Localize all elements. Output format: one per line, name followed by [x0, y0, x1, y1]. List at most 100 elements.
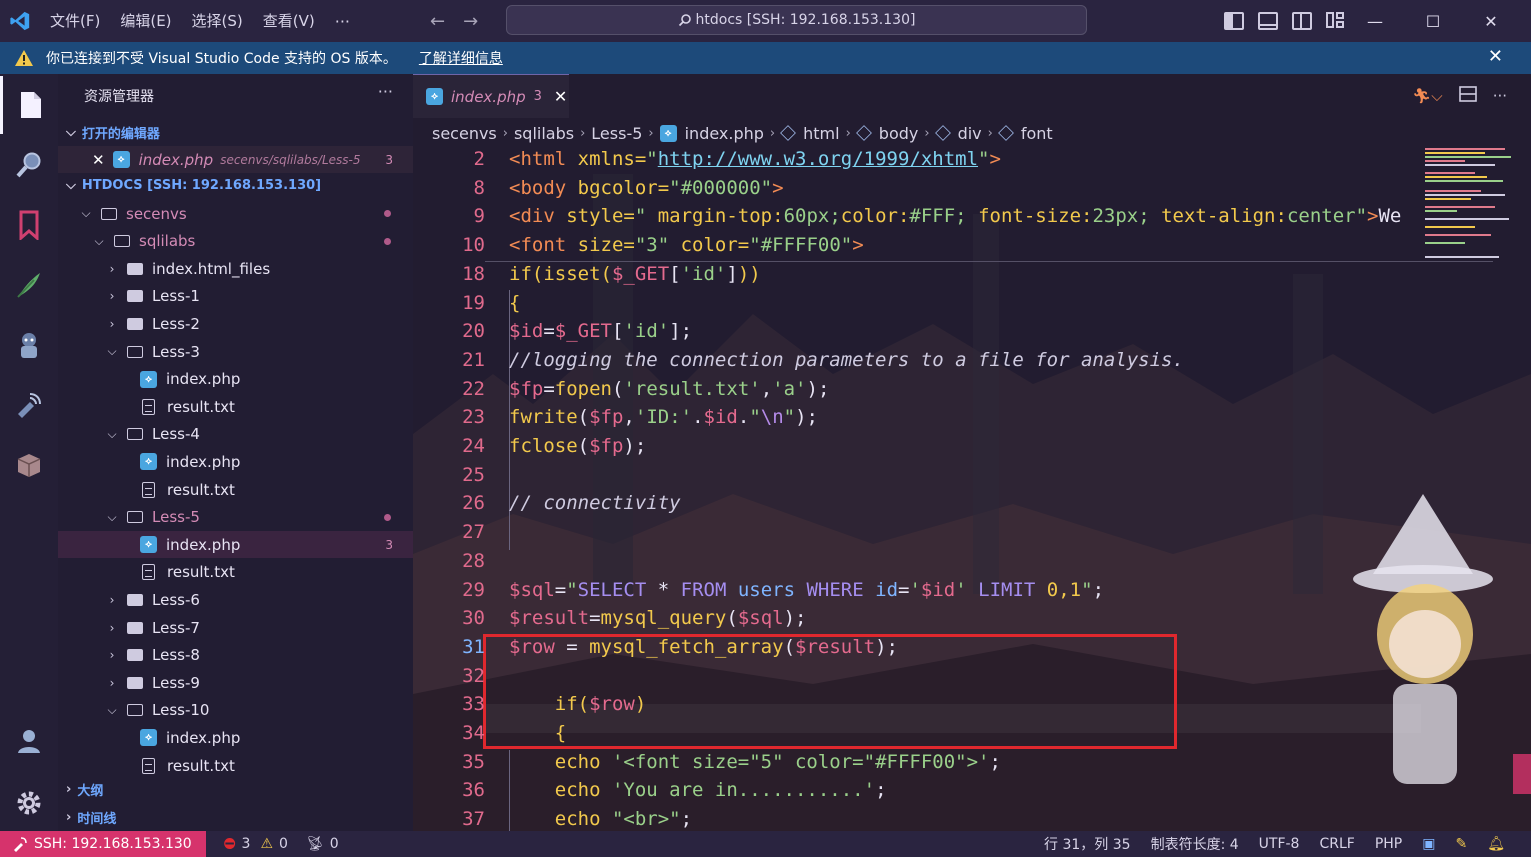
- explorer-icon[interactable]: [0, 76, 58, 134]
- menu-view[interactable]: 查看(V): [253, 0, 325, 42]
- tree-file[interactable]: ⟡ index.php 3: [58, 531, 413, 559]
- toggle-secondary-sidebar-icon[interactable]: [1292, 12, 1312, 30]
- menu-file[interactable]: 文件(F): [40, 0, 110, 42]
- code-editor[interactable]: 2 <html xmlns="http://www.w3.org/1999/xht…: [413, 146, 1493, 831]
- breadcrumb-item[interactable]: font: [1021, 124, 1053, 143]
- code-line[interactable]: fclose($fp);: [509, 435, 646, 457]
- code-line[interactable]: $fp=fopen('result.txt','a');: [509, 378, 829, 400]
- toggle-panel-icon[interactable]: [1258, 12, 1278, 30]
- toggle-primary-sidebar-icon[interactable]: [1224, 12, 1244, 30]
- tree-folder[interactable]: › index.html_files: [58, 255, 413, 282]
- close-window-icon[interactable]: ✕: [1462, 0, 1520, 42]
- end-of-line[interactable]: CRLF: [1319, 836, 1354, 852]
- workspace-section[interactable]: ⌵ HTDOCS [SSH: 192.168.153.130]: [66, 178, 321, 193]
- code-line[interactable]: echo "<br>";: [509, 808, 692, 830]
- settings-gear-icon[interactable]: [0, 774, 58, 832]
- tab-index-php[interactable]: ⟡ index.php 3 ✕: [413, 74, 569, 118]
- search-icon[interactable]: [0, 136, 58, 194]
- code-line[interactable]: // connectivity: [509, 492, 681, 514]
- code-line[interactable]: $row = mysql_fetch_array($result);: [509, 636, 898, 658]
- learn-more-link[interactable]: 了解详细信息: [419, 48, 503, 68]
- tree-folder[interactable]: › Less-1: [58, 283, 413, 310]
- code-line[interactable]: <body bgcolor="#000000">: [509, 177, 784, 199]
- tree-file[interactable]: ⟡ index.php: [58, 366, 413, 393]
- breadcrumb-item[interactable]: body: [879, 124, 919, 143]
- back-arrow-icon[interactable]: ←: [430, 11, 445, 32]
- code-line[interactable]: fwrite($fp,'ID:'.$id."\n");: [509, 406, 818, 428]
- code-line[interactable]: if($row): [509, 693, 647, 715]
- timeline-section[interactable]: › 时间线: [66, 808, 116, 827]
- tree-file[interactable]: ⟡ index.php: [58, 448, 413, 475]
- minimize-icon[interactable]: —: [1346, 0, 1404, 42]
- tree-folder[interactable]: ⌵ Less-4: [58, 421, 413, 448]
- code-line[interactable]: echo '<font size="5" color="#FFFF00">';: [509, 751, 1001, 773]
- breadcrumb-item[interactable]: secenvs: [432, 124, 497, 143]
- tree-folder[interactable]: › Less-9: [58, 669, 413, 696]
- breadcrumb-item[interactable]: index.php: [685, 124, 764, 143]
- breadcrumb-item[interactable]: html: [803, 124, 839, 143]
- forward-arrow-icon[interactable]: →: [463, 11, 478, 32]
- explorer-more-icon[interactable]: ···: [378, 82, 393, 101]
- close-tab-icon[interactable]: ✕: [554, 87, 567, 106]
- maximize-icon[interactable]: ☐: [1404, 0, 1462, 42]
- remote-indicator[interactable]: SSH: 192.168.153.130: [0, 831, 206, 857]
- cursor-position[interactable]: 行 31，列 35: [1044, 834, 1131, 854]
- tree-folder[interactable]: › Less-2: [58, 310, 413, 337]
- tree-folder[interactable]: ⌵ Less-3: [58, 338, 413, 365]
- open-editors-section[interactable]: ⌵ 打开的编辑器: [66, 123, 160, 142]
- tree-file[interactable]: result.txt: [58, 476, 413, 503]
- php-docs-icon[interactable]: ▣: [1422, 836, 1435, 852]
- command-center-search[interactable]: htdocs [SSH: 192.168.153.130]: [506, 5, 1087, 35]
- code-line[interactable]: $sql="SELECT * FROM users WHERE id='$id'…: [509, 579, 1104, 601]
- tree-folder[interactable]: › Less-6: [58, 586, 413, 613]
- menu-more-icon[interactable]: ···: [325, 12, 360, 31]
- code-line[interactable]: <div style=" margin-top:60px;color:#FFF;…: [509, 205, 1401, 227]
- outline-section[interactable]: › 大纲: [66, 780, 103, 799]
- run-debug-icon[interactable]: [0, 316, 58, 374]
- customize-layout-icon[interactable]: [1326, 12, 1346, 30]
- close-banner-icon[interactable]: ✕: [1488, 46, 1503, 67]
- code-line[interactable]: <html xmlns="http://www.w3.org/1999/xhtm…: [509, 148, 1001, 170]
- menu-selection[interactable]: 选择(S): [182, 0, 253, 42]
- tree-folder[interactable]: ⌵ secenvs: [58, 200, 413, 227]
- extensions-box-icon[interactable]: [0, 436, 58, 494]
- code-line[interactable]: $result=mysql_query($sql);: [509, 607, 806, 629]
- editor-more-icon[interactable]: ···: [1493, 87, 1507, 105]
- breadcrumb-item[interactable]: Less-5: [591, 124, 642, 143]
- tree-file[interactable]: result.txt: [58, 559, 413, 586]
- tree-folder[interactable]: ⌵ sqlilabs: [58, 228, 413, 255]
- tree-file[interactable]: result.txt: [58, 393, 413, 420]
- close-editor-icon[interactable]: ✕: [92, 151, 105, 169]
- tree-folder[interactable]: ⌵ Less-10: [58, 697, 413, 724]
- tree-folder[interactable]: › Less-8: [58, 642, 413, 669]
- run-php-icon[interactable]: 🏃︎⌵: [1412, 87, 1442, 105]
- breadcrumb-item[interactable]: sqlilabs: [514, 124, 574, 143]
- remote-explorer-icon[interactable]: [0, 376, 58, 434]
- feedback-icon[interactable]: ✎: [1455, 836, 1467, 852]
- menu-edit[interactable]: 编辑(E): [110, 0, 181, 42]
- breadcrumb-item[interactable]: div: [958, 124, 982, 143]
- code-line[interactable]: $id=$_GET['id'];: [509, 320, 692, 342]
- tree-folder[interactable]: ⌵ Less-5: [58, 504, 413, 531]
- code-line[interactable]: echo 'You are in...........';: [509, 779, 887, 801]
- bookmark-icon[interactable]: [0, 196, 58, 254]
- split-editor-icon[interactable]: [1458, 86, 1477, 106]
- code-line[interactable]: {: [509, 722, 566, 744]
- ports-indicator[interactable]: 📡︎ 0: [306, 836, 339, 852]
- notifications-bell-icon[interactable]: 🔔︎: [1487, 836, 1505, 852]
- tree-folder[interactable]: › Less-7: [58, 614, 413, 641]
- open-editor-item[interactable]: ✕ ⟡ index.php secenvs/sqlilabs/Less-5 3: [58, 146, 413, 173]
- accounts-icon[interactable]: [0, 712, 58, 770]
- language-mode[interactable]: PHP: [1375, 836, 1402, 852]
- code-line[interactable]: //logging the connection parameters to a…: [509, 349, 1184, 371]
- encoding[interactable]: UTF-8: [1259, 836, 1300, 852]
- code-line[interactable]: if(isset($_GET['id'])): [509, 263, 761, 285]
- source-control-leaf-icon[interactable]: [0, 256, 58, 314]
- code-line[interactable]: <font size="3" color="#FFFF00">: [509, 234, 864, 256]
- tree-file[interactable]: ⟡ index.php: [58, 724, 413, 751]
- code-line[interactable]: {: [509, 292, 520, 314]
- tree-file[interactable]: result.txt: [58, 752, 413, 779]
- minimap[interactable]: [1421, 146, 1517, 831]
- tab-size[interactable]: 制表符长度: 4: [1151, 834, 1239, 854]
- problems-indicator[interactable]: ⛔︎ 3 ⚠ 0: [224, 836, 288, 852]
